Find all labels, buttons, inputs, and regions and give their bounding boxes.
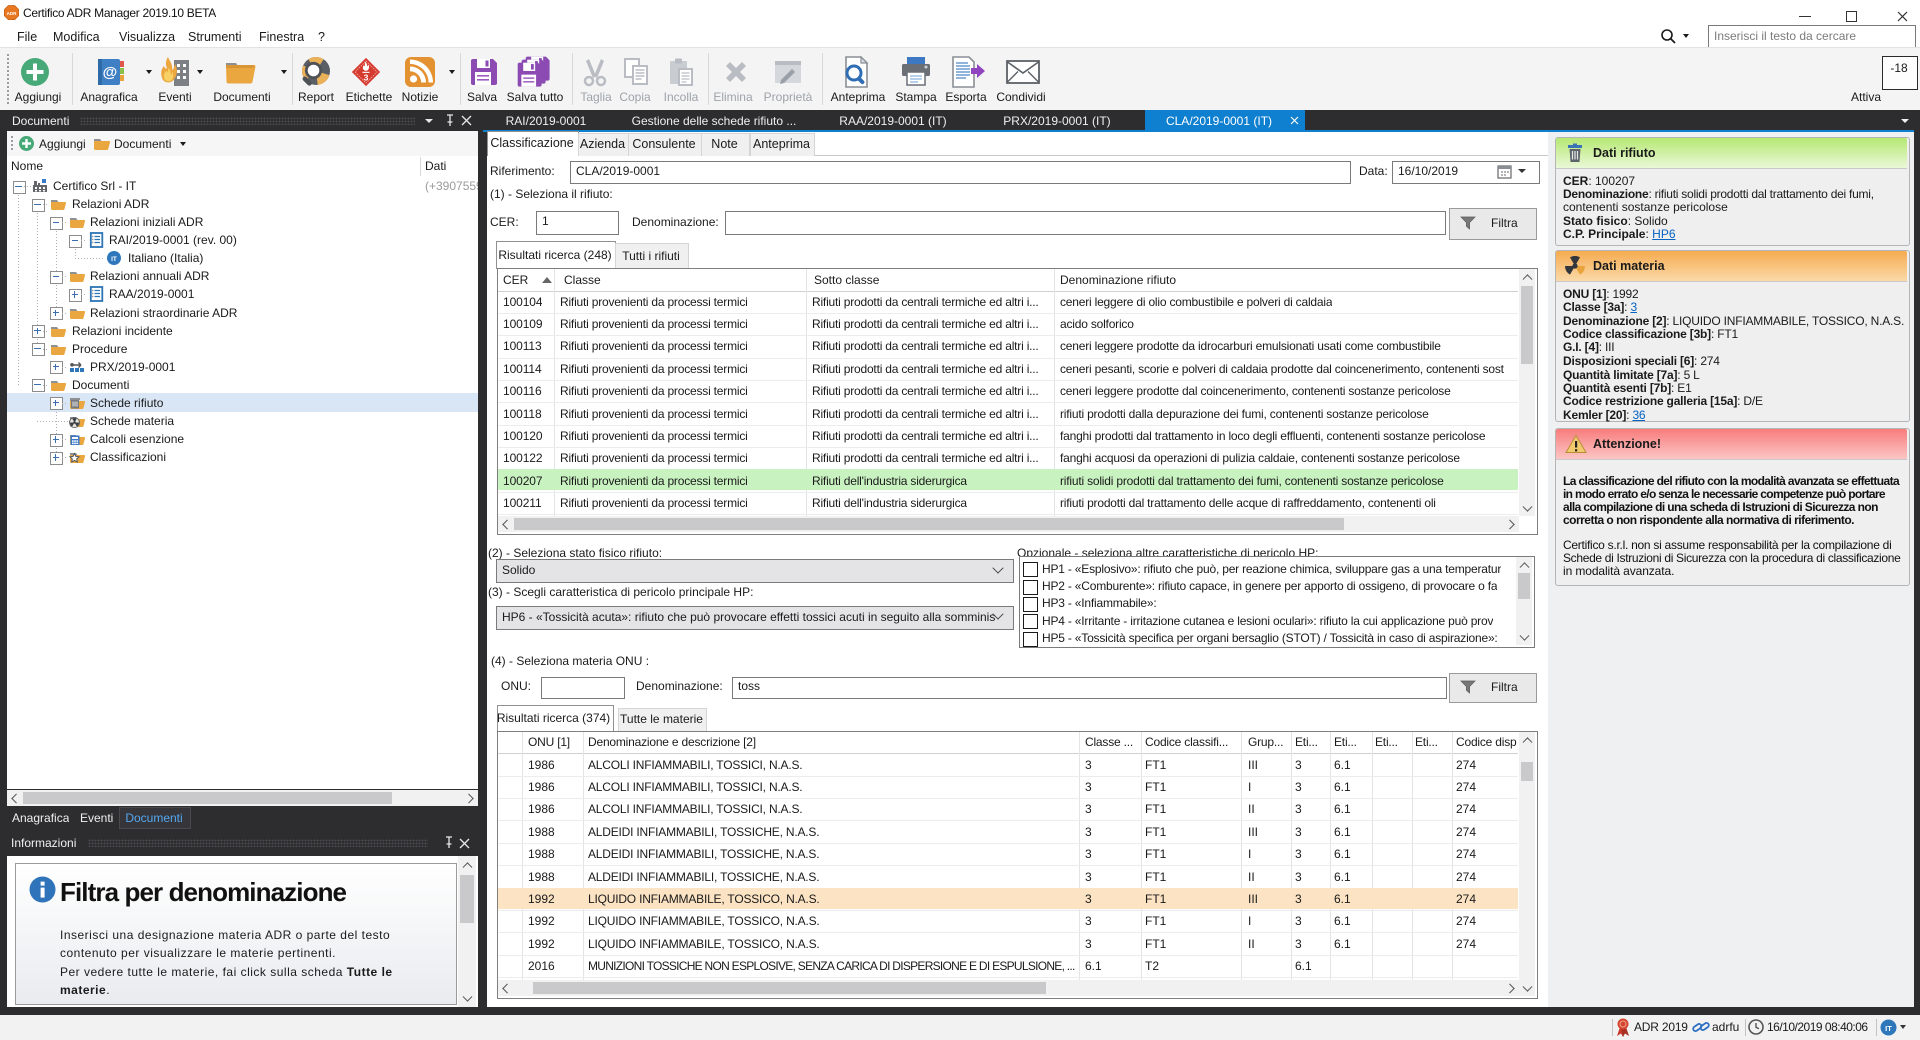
svg-text:@: @ bbox=[103, 64, 118, 81]
svg-text:3: 3 bbox=[364, 73, 369, 83]
svg-text:IT: IT bbox=[111, 256, 117, 263]
svg-text:ADR: ADR bbox=[7, 11, 17, 16]
svg-text:IT: IT bbox=[1885, 1024, 1892, 1033]
